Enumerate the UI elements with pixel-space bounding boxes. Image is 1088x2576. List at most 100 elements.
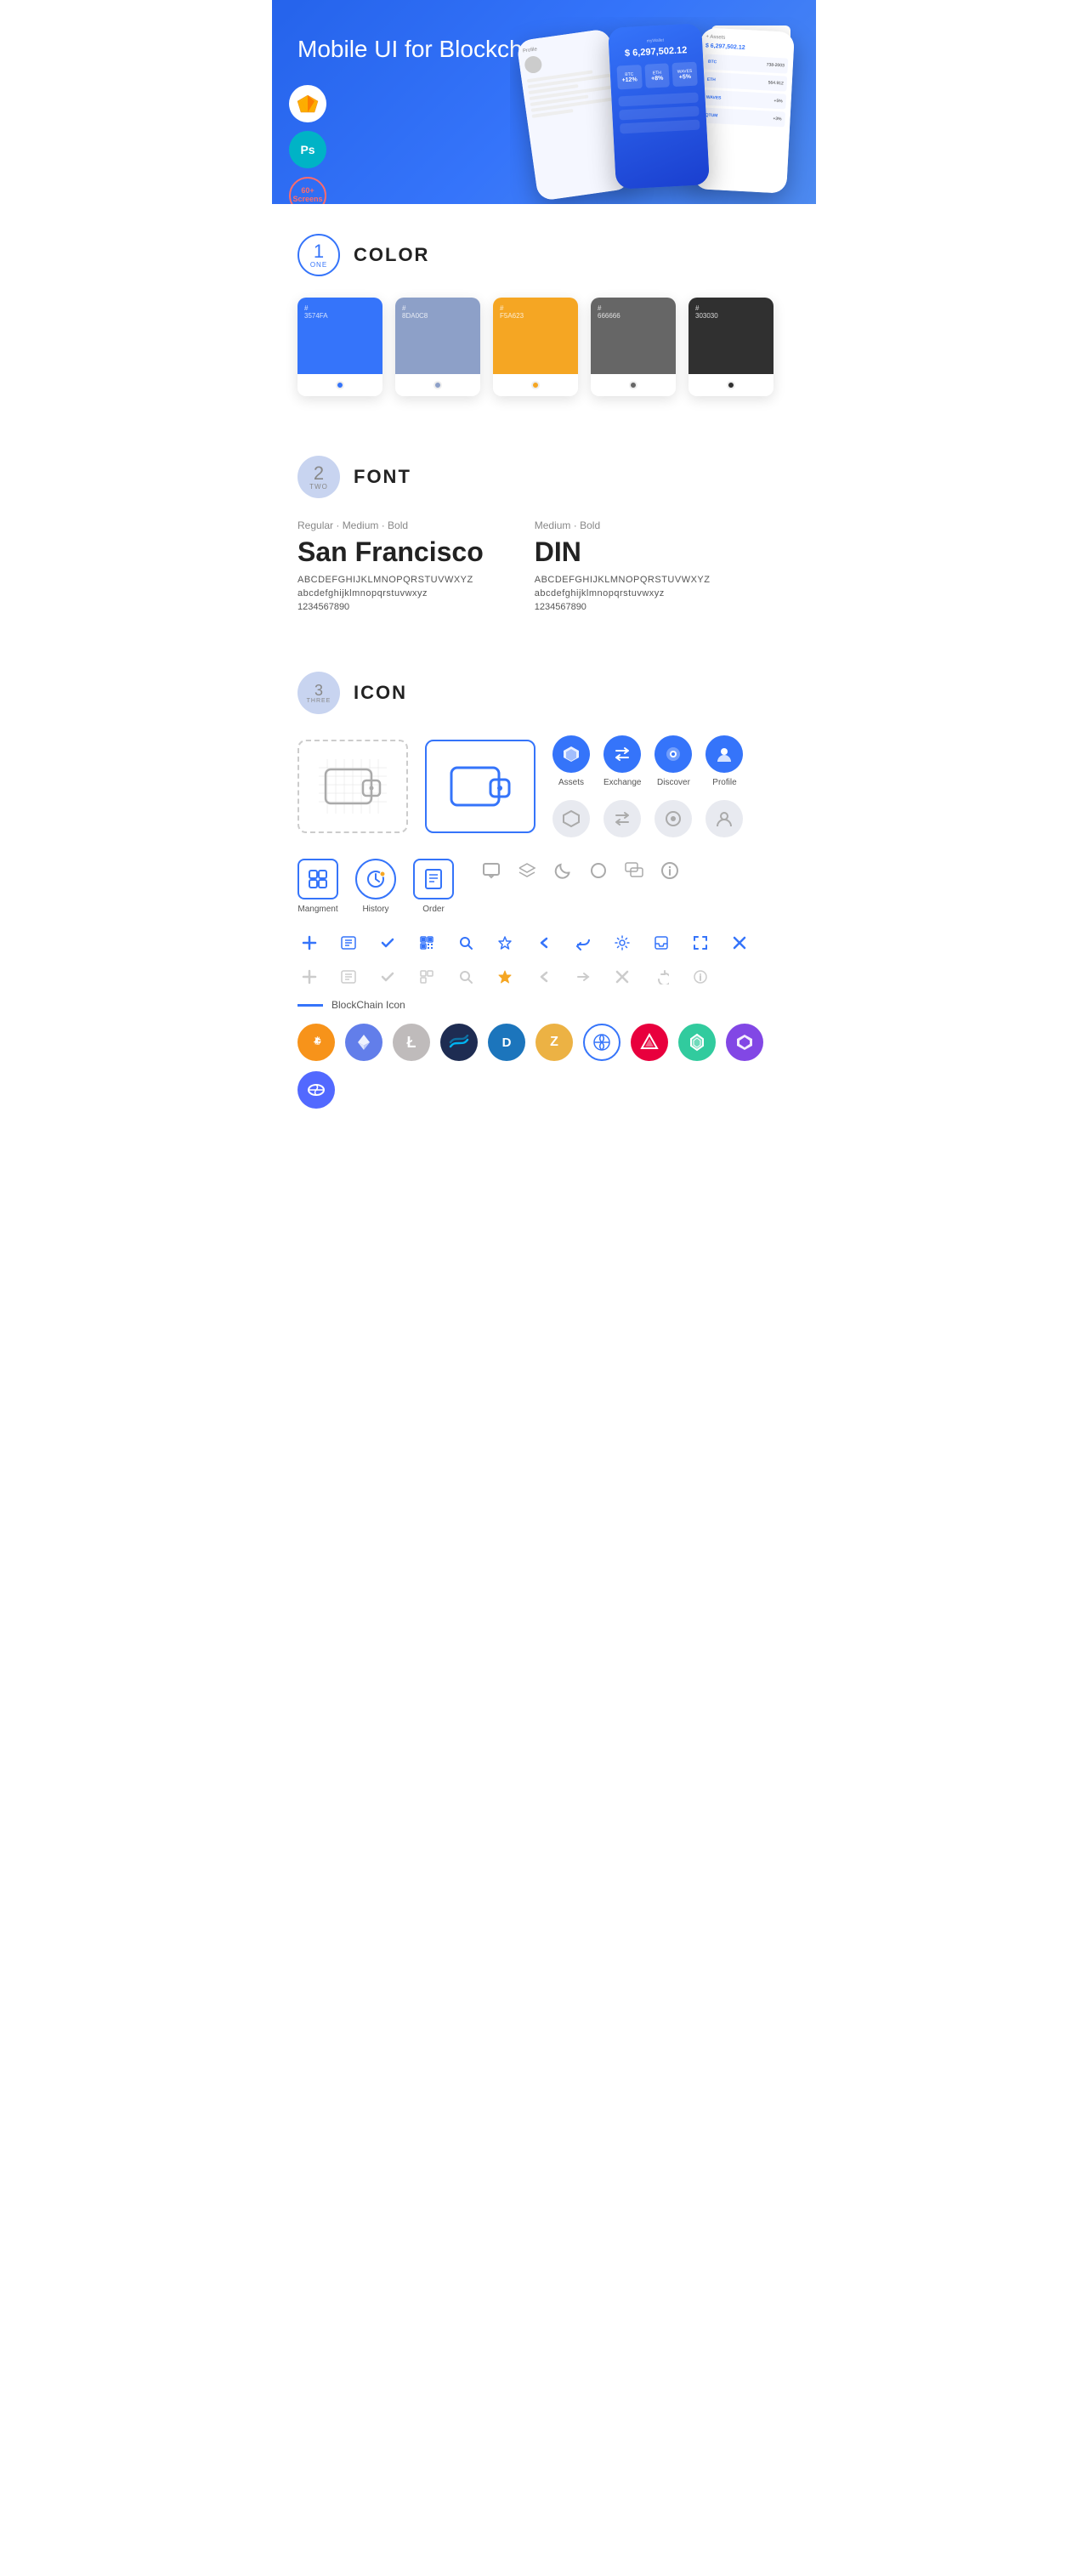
- qr-icon-gray: [415, 965, 439, 989]
- crypto-kyber: [678, 1024, 716, 1061]
- font-numbers-sf: 1234567890: [298, 602, 484, 612]
- plus-icon: [298, 931, 321, 955]
- nav-icons-gray-row: [552, 800, 743, 837]
- crypto-coins-row: Ł D Z: [298, 1024, 790, 1143]
- crypto-litecoin: Ł: [393, 1024, 430, 1061]
- profile-icon-gray: [706, 800, 743, 837]
- qr-icon: [415, 931, 439, 955]
- crypto-ethereum: [345, 1024, 382, 1061]
- crypto-band: [298, 1071, 335, 1109]
- crypto-dash: D: [488, 1024, 525, 1061]
- font-name-din: DIN: [535, 536, 711, 568]
- screens-badge: 60+Screens: [289, 177, 326, 204]
- hero-badges: Ps 60+Screens: [289, 85, 326, 204]
- redo-icon-gray: [649, 965, 673, 989]
- icon-grid-main: Assets Exchange: [298, 735, 790, 837]
- color-card-gray-blue: #8DA0C8: [395, 298, 480, 396]
- crypto-grid-token: [583, 1024, 620, 1061]
- share-icon: [571, 931, 595, 955]
- phone-mockups-area: Profile myWallet $ 6,297,502.12 BTC+12%: [510, 17, 816, 204]
- check-icon-gray: [376, 965, 400, 989]
- sketch-badge: [289, 85, 326, 122]
- font-numbers-din: 1234567890: [535, 602, 711, 612]
- nav-icon-assets: Assets: [552, 735, 590, 787]
- font-upper-sf: ABCDEFGHIJKLMNOPQRSTUVWXYZ: [298, 575, 484, 585]
- chevron-left-icon-gray: [532, 965, 556, 989]
- arrow-icon-gray: [571, 965, 595, 989]
- crypto-waves: [440, 1024, 478, 1061]
- color-card-orange: #F5A623: [493, 298, 578, 396]
- font-upper-din: ABCDEFGHIJKLMNOPQRSTUVWXYZ: [535, 575, 711, 585]
- font-style-din: Medium · Bold: [535, 519, 711, 531]
- color-section-title: COLOR: [354, 244, 429, 266]
- circle-icon: [586, 859, 610, 882]
- nav-icon-assets-gray: [552, 800, 590, 837]
- color-grid: #3574FA #8DA0C8 #F5A623 #666666 #303030: [298, 298, 790, 426]
- font-section-content: Regular · Medium · Bold San Francisco AB…: [298, 519, 790, 642]
- bottom-icons-row: Mangment History: [298, 859, 790, 914]
- exchange-icon-gray: [604, 800, 641, 837]
- icon-section-badge: 3 THREE: [298, 672, 340, 714]
- color-section-badge: 1 ONE: [298, 234, 340, 276]
- icon-order: Order: [413, 859, 454, 914]
- nav-icons-group: Assets Exchange: [552, 735, 743, 837]
- font-col-din: Medium · Bold DIN ABCDEFGHIJKLMNOPQRSTUV…: [535, 519, 711, 612]
- font-style-sf: Regular · Medium · Bold: [298, 519, 484, 531]
- nav-icon-discover: Discover: [654, 735, 692, 787]
- icon-section-content: Assets Exchange: [298, 735, 790, 1172]
- close-icon-gray: [610, 965, 634, 989]
- info-icon: [658, 859, 682, 882]
- color-card-blue: #3574FA: [298, 298, 382, 396]
- crypto-matic: [726, 1024, 763, 1061]
- layers-icon: [515, 859, 539, 882]
- nav-icons-colored-row: Assets Exchange: [552, 735, 743, 787]
- profile-icon: [706, 735, 743, 773]
- wallet-icon-blue-large: [425, 740, 536, 833]
- discover-icon: [654, 735, 692, 773]
- hero-section: Mobile UI for Blockchain Wallet UI Kit P…: [272, 0, 816, 204]
- crypto-bitcoin: [298, 1024, 335, 1061]
- font-section-badge: 2 TWO: [298, 456, 340, 498]
- misc-icons-row: [479, 859, 682, 882]
- exchange-icon: [604, 735, 641, 773]
- font-grid: Regular · Medium · Bold San Francisco AB…: [298, 519, 790, 612]
- star-icon-yellow: [493, 965, 517, 989]
- icon-section-title: ICON: [354, 682, 407, 704]
- photoshop-badge: Ps: [289, 131, 326, 168]
- chat-icon: [479, 859, 503, 882]
- blockchain-line: [298, 1004, 323, 1007]
- star-icon: [493, 931, 517, 955]
- list-icon: [337, 931, 360, 955]
- icon-section-header: 3 THREE ICON: [298, 642, 790, 735]
- nav-icon-discover-gray: [654, 800, 692, 837]
- crypto-zcash: Z: [536, 1024, 573, 1061]
- icon-history: History: [355, 859, 396, 914]
- plus-icon-gray: [298, 965, 321, 989]
- font-section-header: 2 TWO FONT: [298, 426, 790, 519]
- expand-icon: [688, 931, 712, 955]
- search-icon: [454, 931, 478, 955]
- nav-icon-profile: Profile: [706, 735, 743, 787]
- font-section-title: FONT: [354, 466, 411, 488]
- moon-icon: [551, 859, 575, 882]
- font-name-sf: San Francisco: [298, 536, 484, 568]
- small-icons-row-1: [298, 931, 790, 955]
- main-content: 1 ONE COLOR #3574FA #8DA0C8 #F5A623 #666…: [272, 204, 816, 1172]
- font-lower-din: abcdefghijklmnopqrstuvwxyz: [535, 588, 711, 599]
- font-lower-sf: abcdefghijklmnopqrstuvwxyz: [298, 588, 484, 599]
- settings-icon: [610, 931, 634, 955]
- assets-icon: [552, 735, 590, 773]
- search-icon-gray: [454, 965, 478, 989]
- assets-icon-gray: [552, 800, 590, 837]
- discover-icon-gray: [654, 800, 692, 837]
- icon-management: Mangment: [298, 859, 338, 914]
- phone-mockup-center: myWallet $ 6,297,502.12 BTC+12% ETH+8% W…: [608, 23, 710, 189]
- wallet-icon-grid: [298, 740, 408, 833]
- nav-icon-exchange-gray: [604, 800, 641, 837]
- check-icon: [376, 931, 400, 955]
- blockchain-label-text: BlockChain Icon: [332, 999, 405, 1011]
- font-col-sf: Regular · Medium · Bold San Francisco AB…: [298, 519, 484, 612]
- close-icon: [728, 931, 751, 955]
- blockchain-label-row: BlockChain Icon: [298, 999, 790, 1011]
- crypto-ark: [631, 1024, 668, 1061]
